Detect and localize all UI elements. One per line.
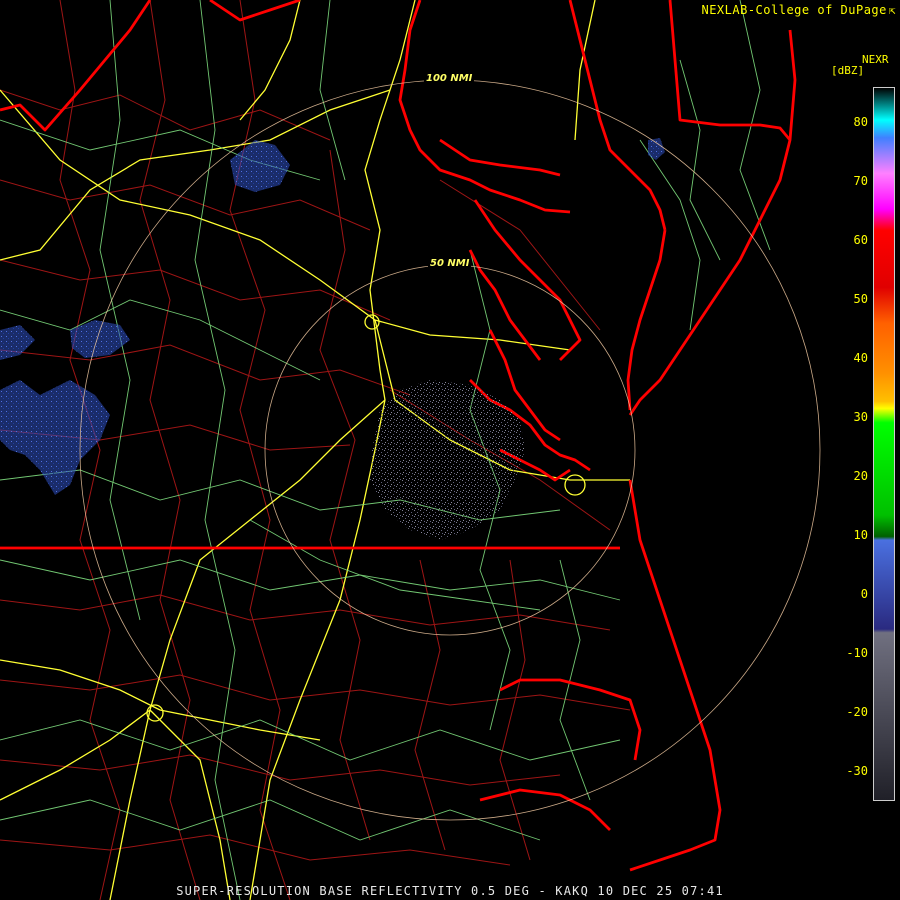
product-footer: SUPER-RESOLUTION BASE REFLECTIVITY 0.5 D… bbox=[176, 884, 724, 898]
scale-tick: -10 bbox=[846, 646, 868, 660]
scale-tick: 10 bbox=[853, 528, 868, 542]
scale-tick: 40 bbox=[853, 351, 868, 365]
scale-tick: 50 bbox=[853, 292, 868, 306]
scale-tick: -30 bbox=[846, 764, 868, 778]
unit-label: [dBZ] bbox=[831, 64, 865, 77]
range-ring-50-label: 50 NMI bbox=[428, 258, 472, 269]
product-code: NEXR bbox=[862, 53, 889, 66]
scale-tick: 30 bbox=[853, 410, 868, 424]
scale-tick: 0 bbox=[860, 587, 868, 601]
radar-map bbox=[0, 0, 900, 900]
scale-tick: 20 bbox=[853, 469, 868, 483]
range-ring-100-label: 100 NMI bbox=[424, 73, 475, 84]
scale-tick: 60 bbox=[853, 233, 868, 247]
credit-link[interactable]: NEXLAB-College of DuPage ⇱ bbox=[701, 3, 896, 17]
color-scale-bar bbox=[873, 87, 895, 801]
scale-tick: 80 bbox=[853, 115, 868, 129]
external-link-icon: ⇱ bbox=[888, 4, 896, 17]
scale-tick: 70 bbox=[853, 174, 868, 188]
credit-text: NEXLAB-College of DuPage bbox=[701, 3, 887, 17]
scale-tick: -20 bbox=[846, 705, 868, 719]
